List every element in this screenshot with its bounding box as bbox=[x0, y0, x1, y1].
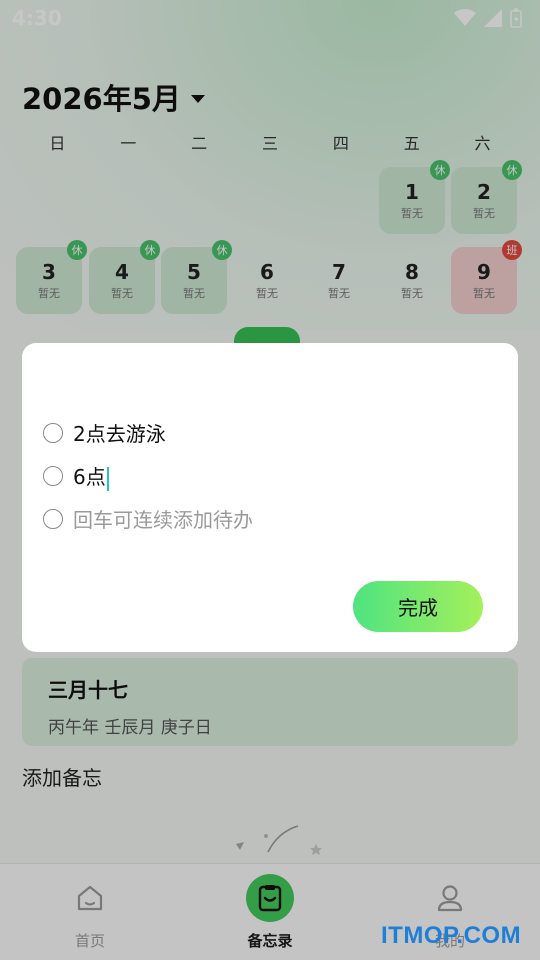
watermark: ITMOP.COM bbox=[381, 922, 522, 949]
todo-checkbox[interactable] bbox=[43, 508, 63, 529]
done-button[interactable]: 完成 bbox=[353, 581, 483, 632]
text-cursor bbox=[106, 466, 109, 491]
todo-new-item: 回车可连续添加待办 bbox=[43, 504, 253, 533]
todo-input-active[interactable]: 6点 bbox=[73, 461, 109, 491]
todo-checkbox[interactable] bbox=[43, 465, 63, 486]
add-todo-dialog: 2点去游泳 6点 回车可连续添加待办 完成 bbox=[22, 343, 518, 652]
todo-checkbox[interactable] bbox=[43, 422, 63, 443]
todo-text[interactable]: 2点去游泳 bbox=[73, 418, 166, 447]
todo-item: 2点去游泳 bbox=[43, 418, 166, 447]
todo-new-input[interactable]: 回车可连续添加待办 bbox=[73, 504, 253, 533]
todo-item: 6点 bbox=[43, 461, 109, 491]
todo-text: 6点 bbox=[73, 465, 106, 489]
